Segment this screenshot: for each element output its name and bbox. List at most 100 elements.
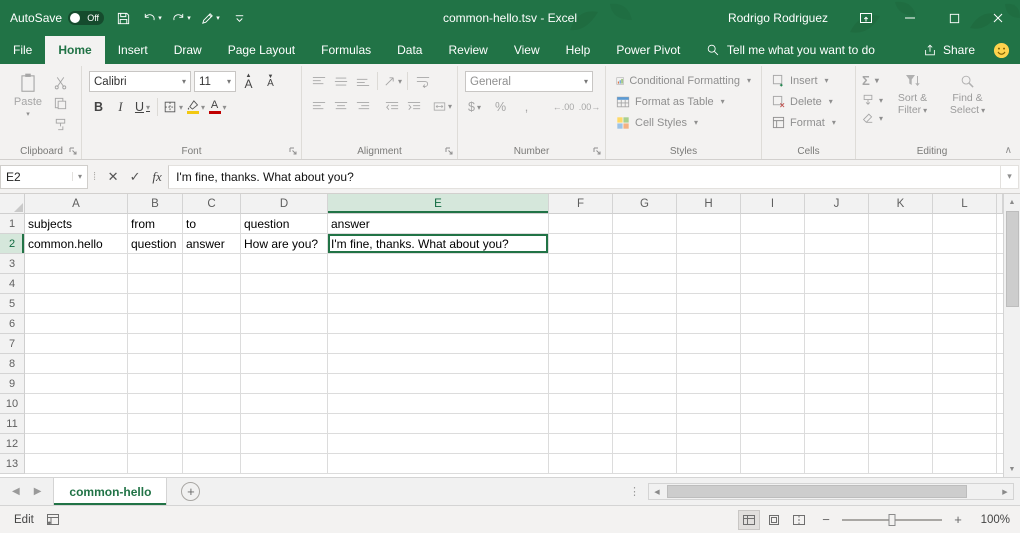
cell-K7[interactable]	[869, 334, 933, 354]
cell-K6[interactable]	[869, 314, 933, 334]
cell-J9[interactable]	[805, 374, 869, 394]
cell-B13[interactable]	[128, 454, 183, 474]
cell-H13[interactable]	[677, 454, 741, 474]
cell-F5[interactable]	[549, 294, 613, 314]
increase-decimal-button[interactable]: ←.00	[554, 97, 573, 117]
cell-D1[interactable]: question	[241, 214, 328, 234]
cell-E7[interactable]	[328, 334, 549, 354]
accounting-format-button[interactable]: $	[465, 97, 484, 117]
ribbon-tab-review[interactable]: Review	[435, 36, 500, 64]
row-header-8[interactable]: 8	[0, 354, 25, 374]
decrease-font-size-button[interactable]: ▼ A	[261, 72, 280, 92]
cell-J8[interactable]	[805, 354, 869, 374]
sheet-bar-grip[interactable]: ⋮	[621, 485, 648, 498]
row-header-5[interactable]: 5	[0, 294, 25, 314]
formula-bar-grip[interactable]: ⁞	[88, 171, 102, 183]
normal-view-button[interactable]	[738, 510, 760, 530]
zoom-slider[interactable]	[842, 519, 942, 521]
cell-B5[interactable]	[128, 294, 183, 314]
cell-G10[interactable]	[613, 394, 677, 414]
select-all-corner[interactable]	[0, 194, 25, 214]
cell-B6[interactable]	[128, 314, 183, 334]
cell-A3[interactable]	[25, 254, 128, 274]
collapse-ribbon-icon[interactable]: ∧	[1005, 145, 1012, 156]
cell-J10[interactable]	[805, 394, 869, 414]
cell-H3[interactable]	[677, 254, 741, 274]
cell-B12[interactable]	[128, 434, 183, 454]
redo-dropdown-icon[interactable]: ▾	[187, 14, 191, 22]
cell-L1[interactable]	[933, 214, 997, 234]
cell-D6[interactable]	[241, 314, 328, 334]
cell-J7[interactable]	[805, 334, 869, 354]
cell-I10[interactable]	[741, 394, 805, 414]
cell-I4[interactable]	[741, 274, 805, 294]
ribbon-tab-insert[interactable]: Insert	[105, 36, 161, 64]
ribbon-tab-file[interactable]: File	[0, 36, 45, 64]
cell-K2[interactable]	[869, 234, 933, 254]
cell-H2[interactable]	[677, 234, 741, 254]
cell-B2[interactable]: question	[128, 234, 183, 254]
cell-E6[interactable]	[328, 314, 549, 334]
cell-C9[interactable]	[183, 374, 241, 394]
row-header-10[interactable]: 10	[0, 394, 25, 414]
cell-G1[interactable]	[613, 214, 677, 234]
scroll-up-icon[interactable]: ▲	[1004, 194, 1020, 210]
formula-input[interactable]: I'm fine, thanks. What about you?	[168, 165, 1001, 189]
cell-A12[interactable]	[25, 434, 128, 454]
cell-E8[interactable]	[328, 354, 549, 374]
ribbon-tab-home[interactable]: Home	[45, 36, 104, 64]
row-header-13[interactable]: 13	[0, 454, 25, 474]
close-button[interactable]	[976, 0, 1020, 36]
cell-H8[interactable]	[677, 354, 741, 374]
cell-I7[interactable]	[741, 334, 805, 354]
alignment-dialog-launcher-icon[interactable]	[444, 146, 454, 156]
cell-J13[interactable]	[805, 454, 869, 474]
column-header-K[interactable]: K	[869, 194, 933, 214]
column-header-J[interactable]: J	[805, 194, 869, 214]
scroll-left-icon[interactable]: ◀	[649, 484, 665, 499]
row-header-1[interactable]: 1	[0, 214, 25, 234]
cell-K11[interactable]	[869, 414, 933, 434]
cell-A4[interactable]	[25, 274, 128, 294]
cell-B4[interactable]	[128, 274, 183, 294]
fill-color-button[interactable]	[186, 97, 205, 117]
cell-D12[interactable]	[241, 434, 328, 454]
cell-H7[interactable]	[677, 334, 741, 354]
cell-I3[interactable]	[741, 254, 805, 274]
cell-G12[interactable]	[613, 434, 677, 454]
cell-A8[interactable]	[25, 354, 128, 374]
number-format-dropdown-icon[interactable]: ▾	[584, 77, 588, 86]
column-header-L[interactable]: L	[933, 194, 997, 214]
cell-L10[interactable]	[933, 394, 997, 414]
cell-L9[interactable]	[933, 374, 997, 394]
cut-icon[interactable]	[53, 75, 68, 90]
cell-L8[interactable]	[933, 354, 997, 374]
font-dialog-launcher-icon[interactable]	[288, 146, 298, 156]
cell-A11[interactable]	[25, 414, 128, 434]
column-header-I[interactable]: I	[741, 194, 805, 214]
comma-style-button[interactable]: ,	[517, 97, 536, 117]
cell-J2[interactable]	[805, 234, 869, 254]
ribbon-tab-help[interactable]: Help	[553, 36, 604, 64]
format-as-table-button[interactable]: Format as Table	[613, 92, 754, 111]
cell-A6[interactable]	[25, 314, 128, 334]
cell-J1[interactable]	[805, 214, 869, 234]
cell-I8[interactable]	[741, 354, 805, 374]
cell-K13[interactable]	[869, 454, 933, 474]
cell-F2[interactable]	[549, 234, 613, 254]
ribbon-tab-data[interactable]: Data	[384, 36, 435, 64]
macro-record-icon[interactable]	[46, 513, 60, 526]
cell-D9[interactable]	[241, 374, 328, 394]
cell-F4[interactable]	[549, 274, 613, 294]
align-top-button[interactable]	[309, 71, 328, 91]
cell-L3[interactable]	[933, 254, 997, 274]
decrease-indent-button[interactable]	[382, 96, 401, 116]
autosave-control[interactable]: AutoSave Off	[10, 11, 104, 25]
confirm-entry-button[interactable]: ✓	[124, 165, 146, 189]
insert-cells-button[interactable]: Insert	[769, 71, 848, 90]
cell-A10[interactable]	[25, 394, 128, 414]
cell-I11[interactable]	[741, 414, 805, 434]
cell-J4[interactable]	[805, 274, 869, 294]
underline-button[interactable]: U	[133, 97, 152, 117]
column-header-E[interactable]: E	[328, 194, 549, 214]
